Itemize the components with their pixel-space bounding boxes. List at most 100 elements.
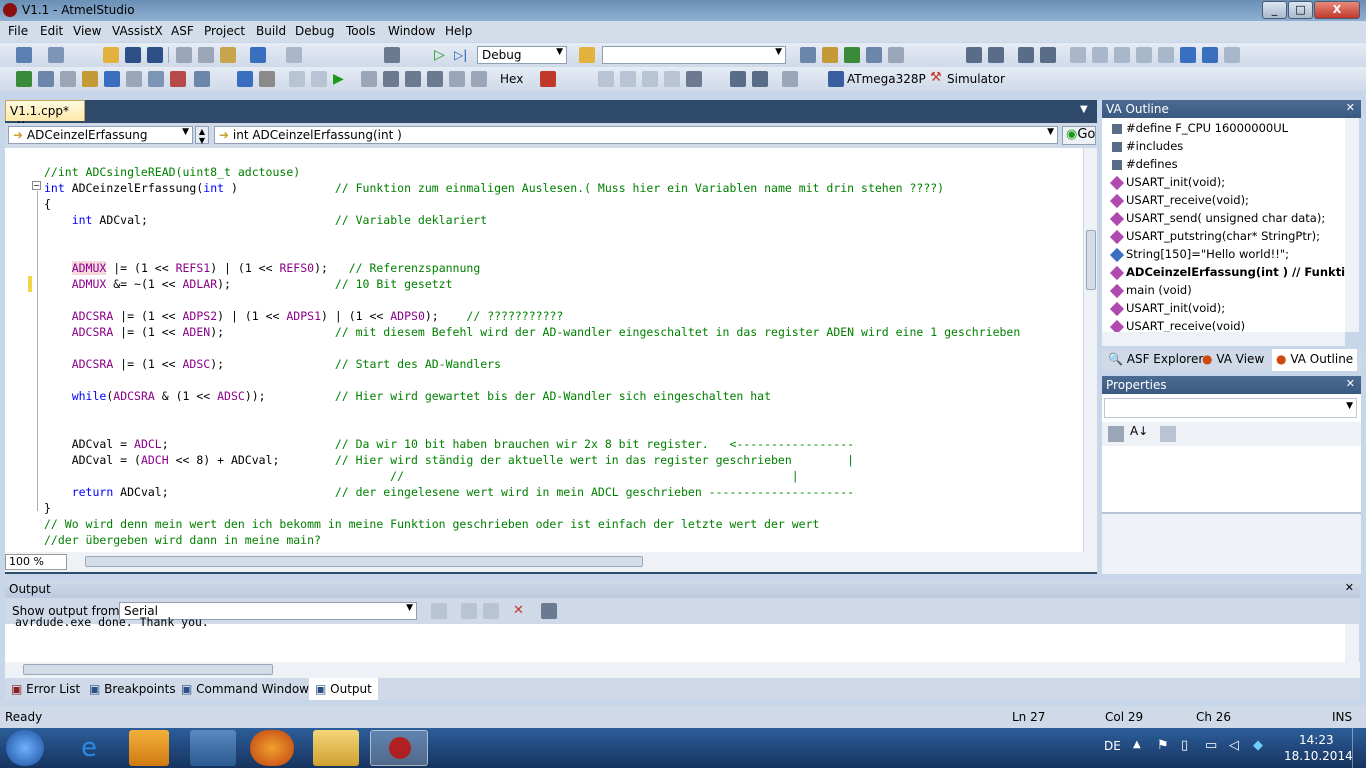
maximize-button[interactable]: □ [1288,1,1313,19]
tab-asf-explorer[interactable]: 🔍 ASF Explorer [1108,352,1203,366]
categorized-icon[interactable] [1108,426,1124,442]
start-without-debug-icon[interactable]: ▷| [454,47,470,63]
scrollbar-thumb[interactable] [85,556,643,567]
show-next-statement-icon[interactable] [427,71,443,87]
minimize-button[interactable]: _ [1262,1,1287,19]
outline-item[interactable]: #define F_CPU 16000000UL [1126,121,1348,135]
configuration-select[interactable]: Debug ▼ [477,46,567,64]
device-icon[interactable]: ▯ [1181,738,1188,753]
menu-build[interactable]: Build [251,24,291,38]
outline-item[interactable]: USART_putstring(char* StringPtr); [1126,229,1348,243]
spell-check-icon[interactable] [148,71,164,87]
properties-object-select[interactable]: ▼ [1104,398,1357,418]
chevron-up-icon[interactable]: ▲ [1133,739,1141,750]
call-stack-icon[interactable] [664,71,680,87]
bookmark-folder-icon[interactable] [1158,47,1174,63]
object-browser-icon[interactable] [844,47,860,63]
watch-icon[interactable] [620,71,636,87]
navigate-forward-icon[interactable] [1202,47,1218,63]
cut-icon[interactable] [176,47,192,63]
editor-vertical-scrollbar[interactable] [1083,148,1097,552]
output-text[interactable]: avrdude.exe done. Thank you. [5,615,1345,664]
redo-icon[interactable] [286,47,302,63]
editor-horizontal-scrollbar[interactable]: 100 % [5,552,1097,572]
network-icon[interactable]: ▭ [1205,738,1217,753]
bookmark-icon[interactable] [1070,47,1086,63]
find-symbol-icon[interactable] [1224,47,1240,63]
atmel-studio-taskbar-button[interactable] [370,730,428,766]
memory-window-icon[interactable] [730,71,746,87]
output-horizontal-scrollbar[interactable] [5,662,1360,678]
outline-item-selected[interactable]: ADCeinzelErfassung(int ) // Funktion [1126,265,1348,279]
scrollbar-thumb[interactable] [1086,230,1096,290]
processor-view-icon[interactable] [752,71,768,87]
io-view-icon[interactable] [82,71,98,87]
run-to-cursor-icon[interactable] [405,71,421,87]
pause-icon[interactable] [311,71,327,87]
volume-icon[interactable]: ◁ [1229,738,1239,753]
close-button[interactable]: X [1314,1,1360,19]
add-item-icon[interactable] [48,47,64,63]
open-file-icon[interactable] [103,47,119,63]
stop-debugging-icon[interactable] [259,71,275,87]
outline-item[interactable]: USART_receive(void); [1126,193,1348,207]
chevron-down-icon[interactable]: ▼ [1080,104,1088,115]
debug-restart-icon[interactable] [471,71,487,87]
tools-icon[interactable] [888,47,904,63]
outdent-icon[interactable] [988,47,1004,63]
outline-vertical-scrollbar[interactable] [1345,118,1359,332]
copy-icon[interactable] [198,47,214,63]
reset-icon[interactable] [449,71,465,87]
step-into-icon[interactable] [289,71,305,87]
menu-file[interactable]: File [3,24,33,38]
menu-window[interactable]: Window [383,24,440,38]
continue-icon[interactable]: ▶ [333,71,349,87]
clear-all-icon[interactable]: ✕ [513,603,529,619]
start-debug-icon[interactable]: ▷ [434,47,450,63]
tab-command-window[interactable]: ▣ Command Window [181,682,309,696]
app-window-icon[interactable] [190,730,236,766]
outline-item[interactable]: USART_receive(void) [1126,319,1348,333]
find-in-files-icon[interactable] [579,47,595,63]
code-editor[interactable]: − //int ADCsingleREAD(uint8_t adctouse) … [5,148,1085,552]
firefox-icon[interactable] [250,730,294,766]
tab-error-list[interactable]: ▣ Error List [11,682,80,696]
internet-explorer-icon[interactable]: e [62,730,116,766]
hex-toggle[interactable]: Hex [500,72,523,86]
next-bookmark-icon[interactable] [1114,47,1130,63]
prev-bookmark-icon[interactable] [1092,47,1108,63]
properties-icon[interactable] [822,47,838,63]
break-all-icon[interactable] [237,71,253,87]
step-out-icon[interactable] [383,71,399,87]
close-icon[interactable]: ✕ [1345,581,1354,594]
new-project-icon[interactable] [16,47,32,63]
menu-view[interactable]: View [68,24,106,38]
menu-edit[interactable]: Edit [35,24,68,38]
menu-project[interactable]: Project [199,24,250,38]
solution-explorer-icon[interactable] [800,47,816,63]
scrollbar-thumb[interactable] [23,664,273,675]
options-icon[interactable] [194,71,210,87]
outline-item[interactable]: #defines [1126,157,1348,171]
indent-icon[interactable] [966,47,982,63]
breakpoints-window-icon[interactable] [598,71,614,87]
file-explorer-icon[interactable] [313,730,359,766]
outline-item[interactable]: USART_init(void); [1126,301,1348,315]
clear-bookmarks-icon[interactable] [1136,47,1152,63]
scope-select[interactable]: ➜ ADCeinzelErfassung ▼ [8,126,193,144]
property-pages-icon[interactable] [1160,426,1176,442]
media-player-icon[interactable] [129,730,169,766]
save-all-icon[interactable] [147,47,163,63]
menu-help[interactable]: Help [440,24,477,38]
find-message-icon[interactable] [431,603,447,619]
close-icon[interactable]: ✕ [1346,377,1355,390]
tab-breakpoints[interactable]: ▣ Breakpoints [89,682,176,696]
toolbox-icon[interactable] [866,47,882,63]
split-arrows[interactable]: ▲ ▼ [195,126,209,145]
function-select[interactable]: ➜ int ADCeinzelErfassung(int ) ▼ [214,126,1058,144]
menu-asf[interactable]: ASF [166,24,199,38]
save-icon[interactable] [125,47,141,63]
outline-item[interactable]: #includes [1126,139,1348,153]
outline-item[interactable]: main (void) [1126,283,1348,297]
close-icon[interactable]: ✕ [1346,101,1355,114]
